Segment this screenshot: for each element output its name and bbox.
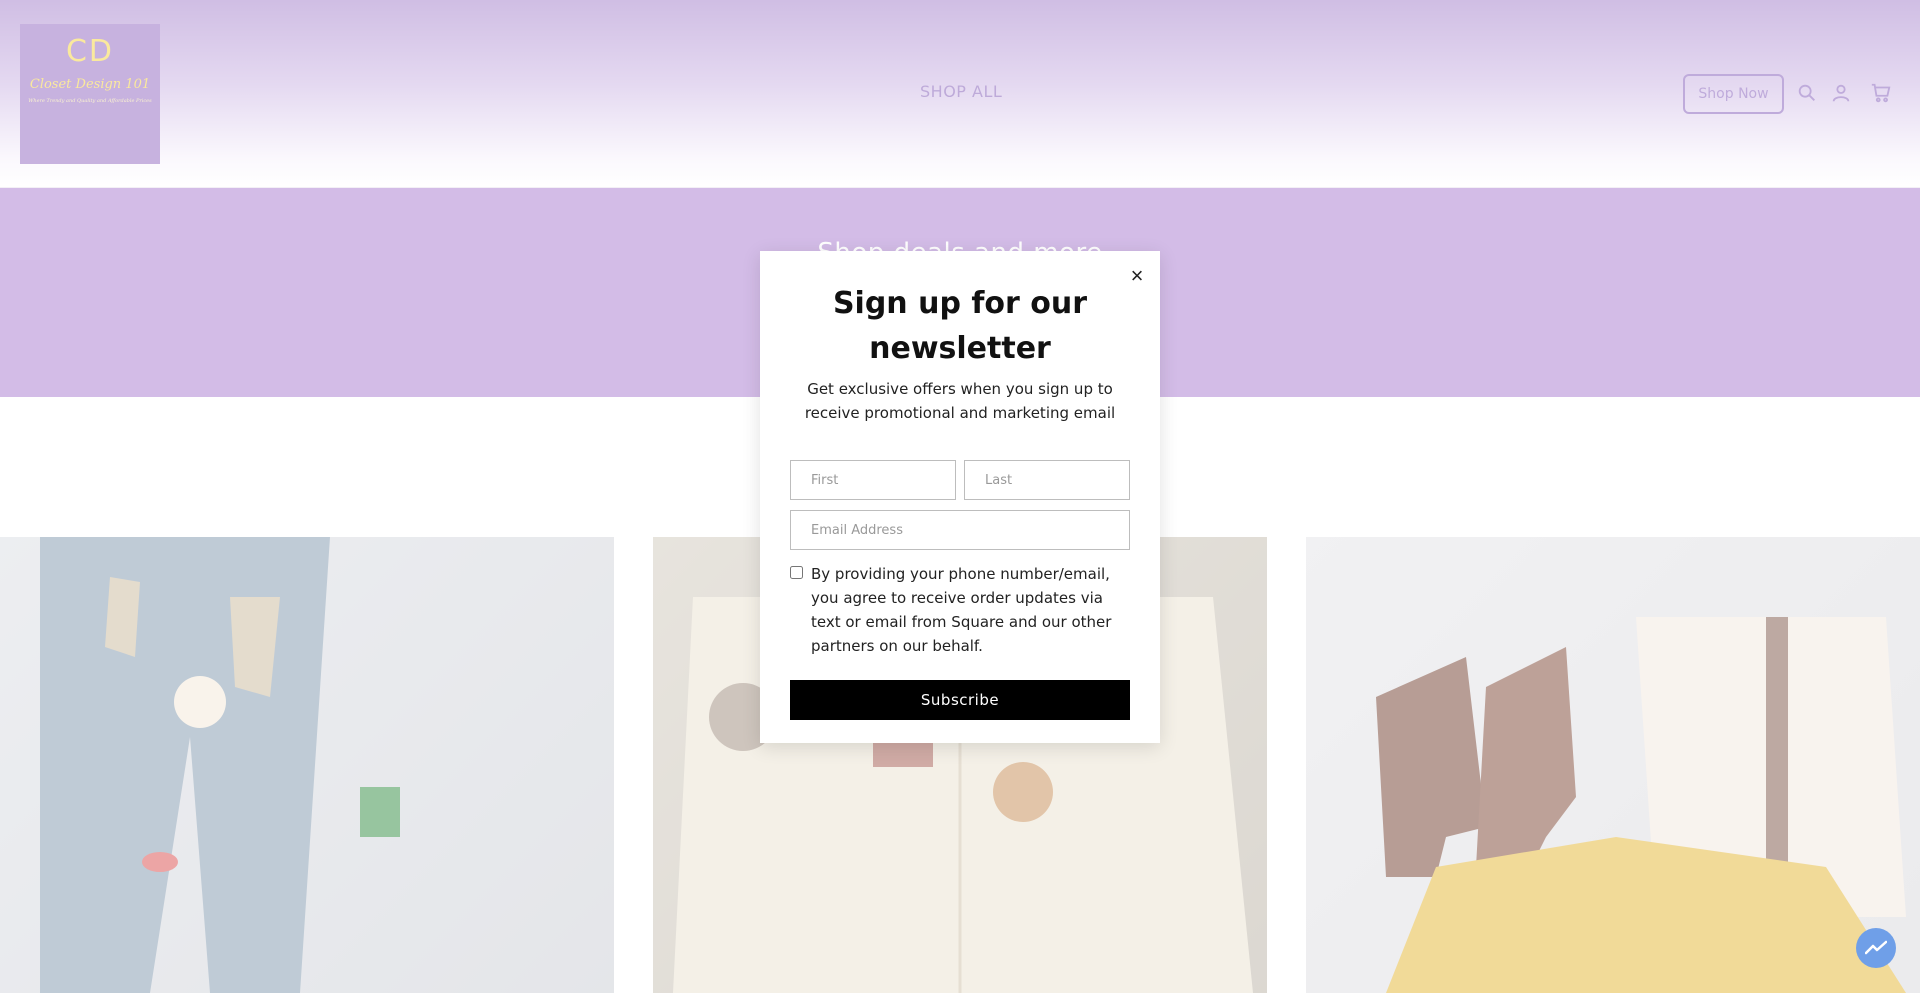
logo-initials: CD xyxy=(65,34,115,69)
account-icon[interactable] xyxy=(1830,82,1852,104)
consent-checkbox[interactable] xyxy=(790,566,803,579)
jeans-illustration xyxy=(40,537,400,993)
chat-bubble-icon[interactable] xyxy=(1856,928,1896,968)
brand-logo[interactable]: CD Closet Design 101 Where Trendy and Qu… xyxy=(20,24,160,164)
consent-text: By providing your phone number/email, yo… xyxy=(811,565,1112,655)
logo-tagline: Where Trendy and Quality and Affordable … xyxy=(28,98,152,104)
messenger-icon xyxy=(1865,940,1887,955)
subscribe-button[interactable]: Subscribe xyxy=(790,680,1130,720)
logo-name: Closet Design 101 xyxy=(29,77,151,92)
shop-now-button[interactable]: Shop Now xyxy=(1683,74,1784,114)
email-field[interactable] xyxy=(790,510,1130,550)
search-icon[interactable] xyxy=(1796,82,1818,104)
modal-subtitle: Get exclusive offers when you sign up to… xyxy=(804,380,1116,422)
last-name-field[interactable] xyxy=(964,460,1130,500)
modal-title: Sign up for our newsletter xyxy=(832,286,1088,366)
site-header: CD Closet Design 101 Where Trendy and Qu… xyxy=(0,0,1920,188)
nav-shop-all[interactable]: SHOP ALL xyxy=(920,82,1002,101)
name-fields-row xyxy=(790,460,1130,500)
product-image-boots-bag[interactable] xyxy=(1306,537,1920,993)
consent-row: By providing your phone number/email, yo… xyxy=(790,562,1130,658)
first-name-field[interactable] xyxy=(790,460,956,500)
boots-bag-illustration xyxy=(1376,617,1906,993)
newsletter-modal: × Sign up for our newsletter Get exclusi… xyxy=(760,251,1160,743)
product-image-jeans[interactable] xyxy=(0,537,614,993)
close-icon[interactable]: × xyxy=(1126,265,1148,287)
cart-icon[interactable] xyxy=(1870,82,1892,104)
